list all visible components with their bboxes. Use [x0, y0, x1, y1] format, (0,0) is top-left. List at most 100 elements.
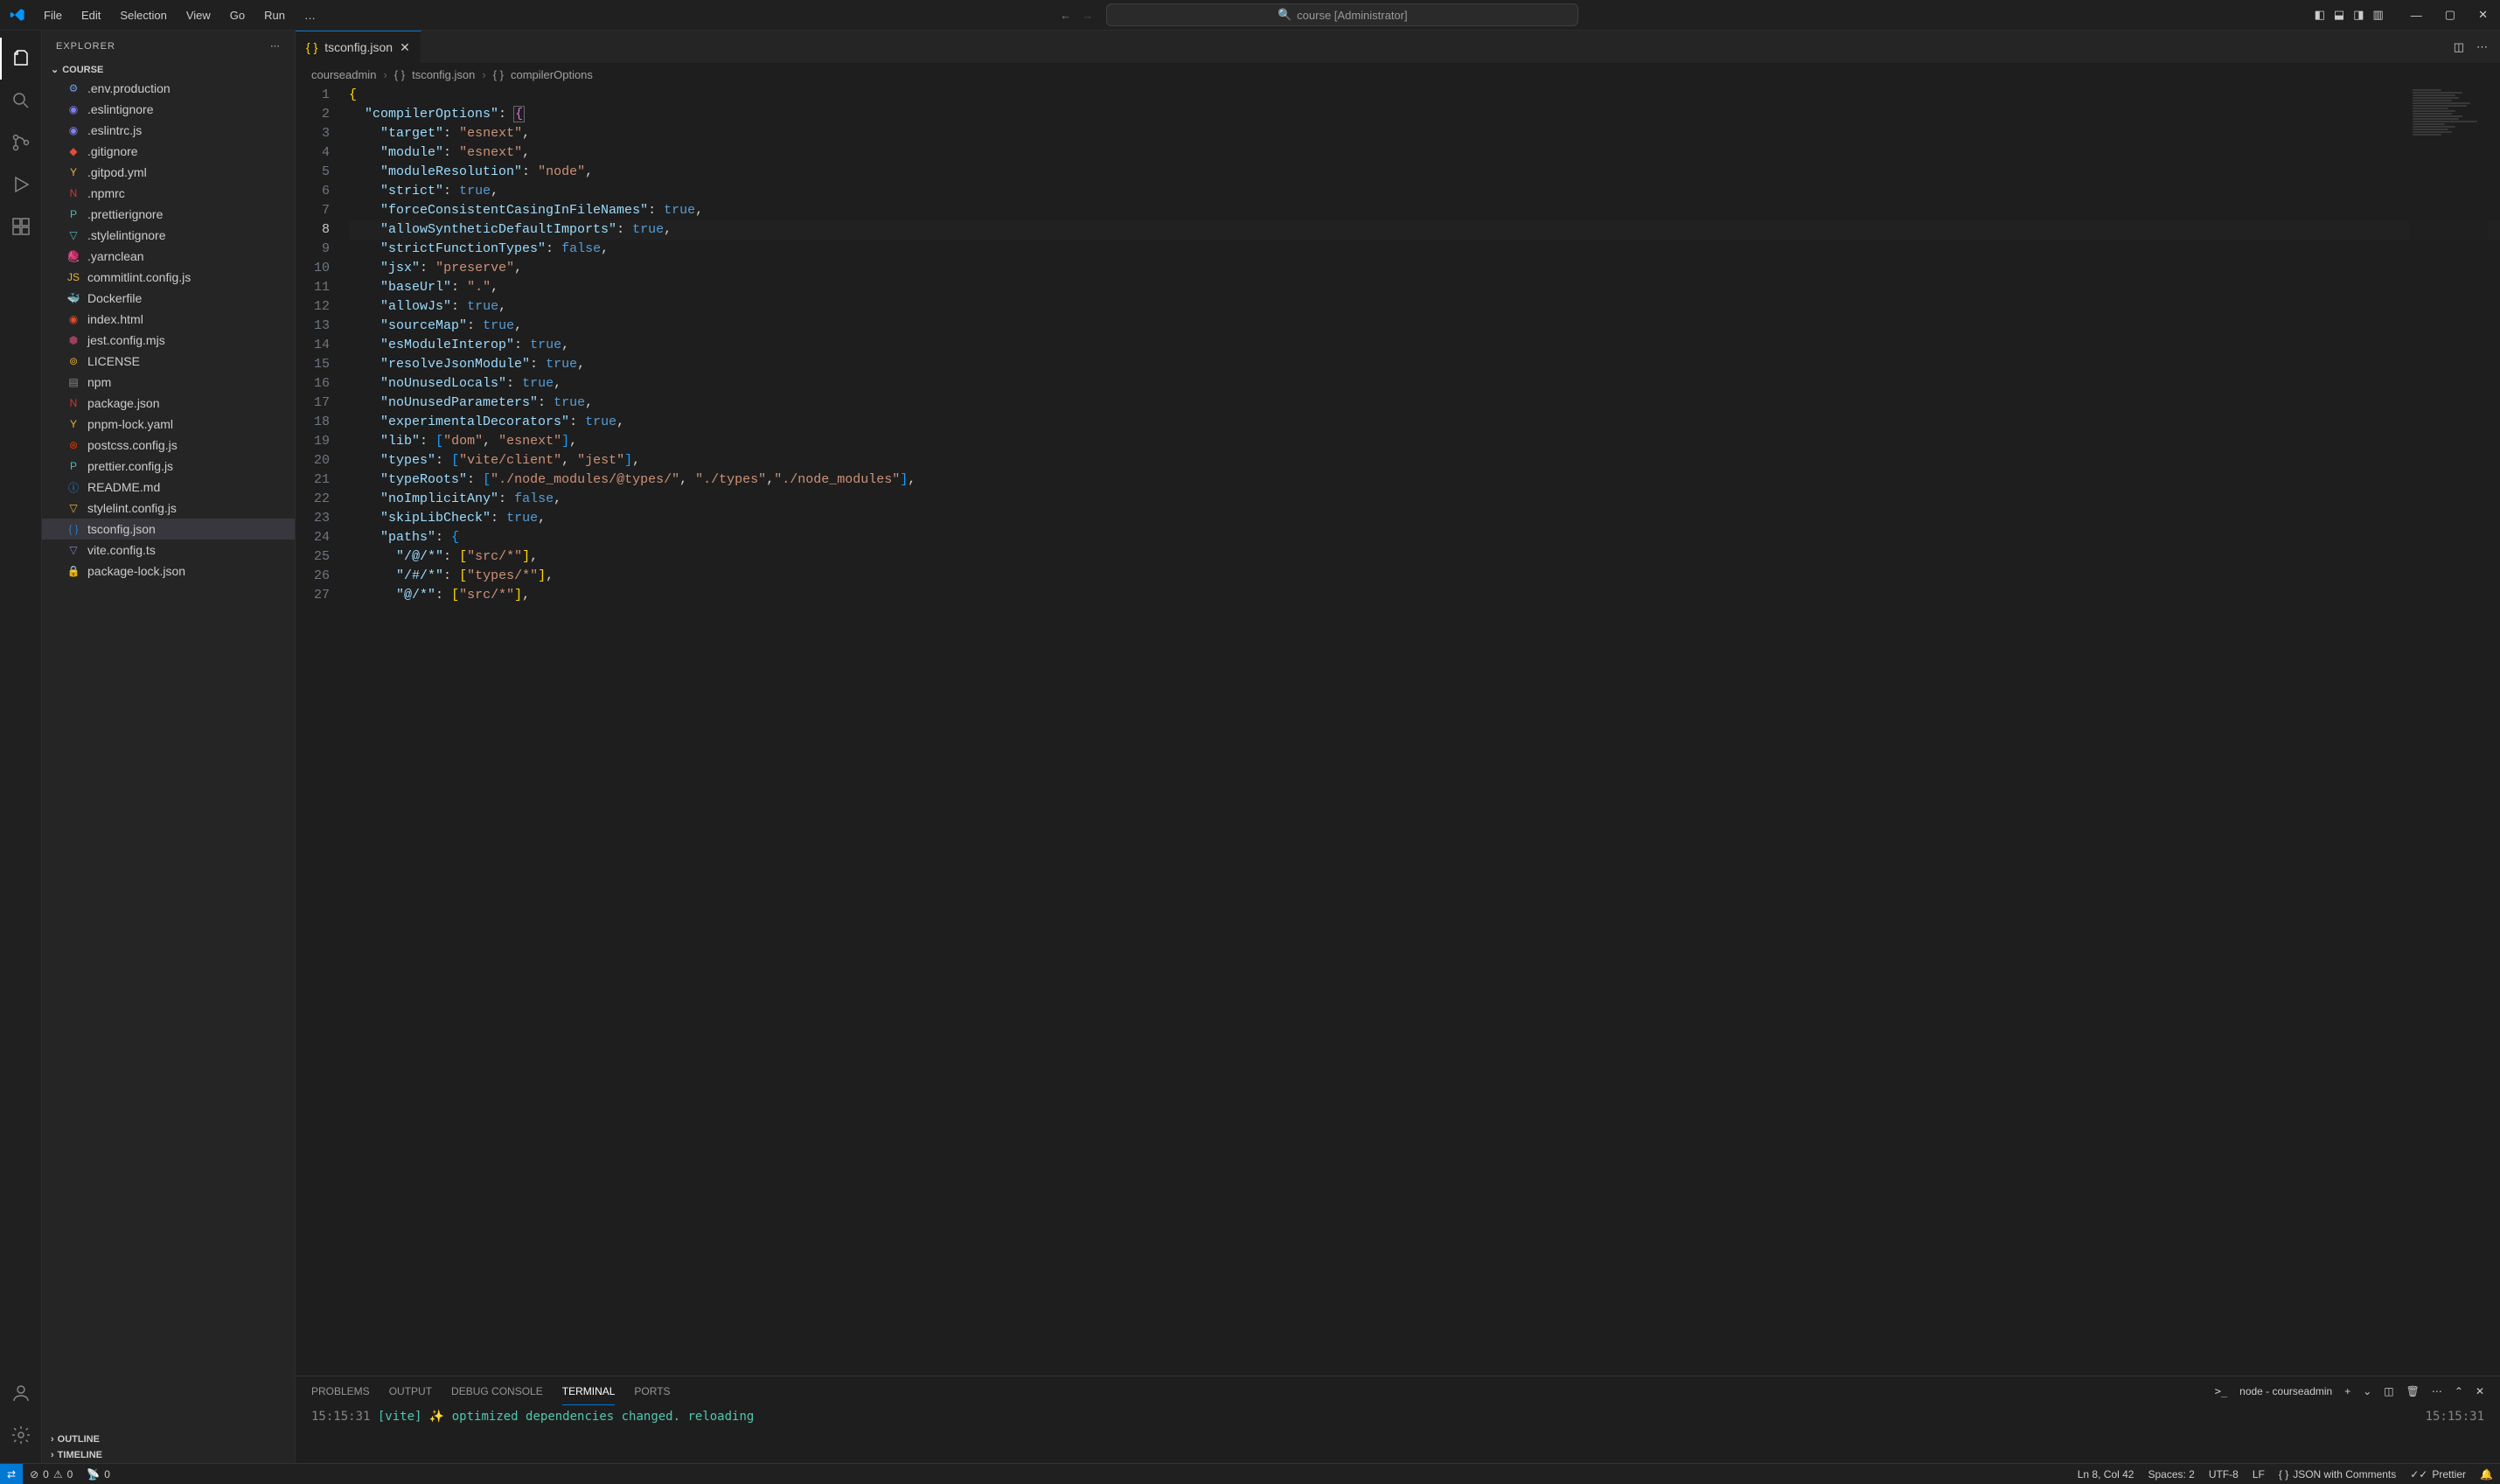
- code-line[interactable]: "allowJs": true,: [349, 297, 2500, 317]
- layout-customize-icon[interactable]: ▥: [2373, 8, 2384, 22]
- layout-panel-icon[interactable]: ⬓: [2334, 8, 2344, 22]
- code-line[interactable]: "moduleResolution": "node",: [349, 163, 2500, 182]
- timeline-header[interactable]: TIMELINE: [42, 1447, 295, 1463]
- code-line[interactable]: "resolveJsonModule": true,: [349, 355, 2500, 374]
- code-line[interactable]: "forceConsistentCasingInFileNames": true…: [349, 201, 2500, 220]
- chevron-up-icon[interactable]: ⌃: [2455, 1385, 2463, 1397]
- terminal-name-label[interactable]: node - courseadmin: [2239, 1385, 2332, 1397]
- code-line[interactable]: "target": "esnext",: [349, 124, 2500, 143]
- menu-item-edit[interactable]: Edit: [73, 5, 109, 25]
- panel-tab-terminal[interactable]: TERMINAL: [562, 1378, 616, 1405]
- maximize-icon[interactable]: ▢: [2440, 4, 2461, 25]
- code-line[interactable]: "strict": true,: [349, 182, 2500, 201]
- file-row[interactable]: ◉.eslintignore: [42, 99, 295, 120]
- file-row[interactable]: P.prettierignore: [42, 204, 295, 225]
- more-icon[interactable]: ⋯: [2432, 1385, 2442, 1397]
- code-line[interactable]: "noImplicitAny": false,: [349, 490, 2500, 509]
- file-row[interactable]: N.npmrc: [42, 183, 295, 204]
- code-line[interactable]: "strictFunctionTypes": false,: [349, 240, 2500, 259]
- file-row[interactable]: ▤npm: [42, 372, 295, 393]
- file-row[interactable]: Pprettier.config.js: [42, 456, 295, 477]
- eol-status[interactable]: LF: [2246, 1468, 2272, 1481]
- remote-indicator[interactable]: ⇄: [0, 1464, 23, 1484]
- file-row[interactable]: 🧶.yarnclean: [42, 246, 295, 267]
- cursor-position[interactable]: Ln 8, Col 42: [2071, 1468, 2141, 1481]
- file-row[interactable]: ⬢jest.config.mjs: [42, 330, 295, 351]
- panel-tab-output[interactable]: OUTPUT: [389, 1378, 432, 1404]
- panel-tab-problems[interactable]: PROBLEMS: [311, 1378, 370, 1404]
- breadcrumb-item[interactable]: compilerOptions: [511, 68, 593, 81]
- file-row[interactable]: JScommitlint.config.js: [42, 267, 295, 288]
- minimap[interactable]: [2409, 86, 2488, 261]
- file-row[interactable]: { }tsconfig.json: [42, 519, 295, 540]
- file-row[interactable]: 🐳Dockerfile: [42, 288, 295, 309]
- more-icon[interactable]: ⋯: [2476, 40, 2488, 54]
- trash-icon[interactable]: 🗑: [2406, 1385, 2420, 1397]
- errors-status[interactable]: ⊘ 0 ⚠ 0: [23, 1464, 80, 1484]
- code-line[interactable]: "lib": ["dom", "esnext"],: [349, 432, 2500, 451]
- code-line[interactable]: "baseUrl": ".",: [349, 278, 2500, 297]
- explorer-icon[interactable]: [0, 38, 42, 80]
- code-line[interactable]: "noUnusedLocals": true,: [349, 374, 2500, 394]
- nav-back-icon[interactable]: ←: [1060, 9, 1071, 22]
- file-row[interactable]: ⓘREADME.md: [42, 477, 295, 498]
- close-icon[interactable]: ✕: [400, 40, 410, 55]
- menu-item-run[interactable]: Run: [255, 5, 294, 25]
- editor[interactable]: 1234567891011121314151617181920212223242…: [296, 86, 2500, 1376]
- file-row[interactable]: ◉index.html: [42, 309, 295, 330]
- minimize-icon[interactable]: —: [2406, 5, 2427, 25]
- file-row[interactable]: ⊛postcss.config.js: [42, 435, 295, 456]
- menu-item-go[interactable]: Go: [221, 5, 254, 25]
- prettier-status[interactable]: ✓✓ Prettier: [2403, 1468, 2473, 1481]
- file-row[interactable]: Npackage.json: [42, 393, 295, 414]
- folder-header[interactable]: COURSE: [42, 61, 295, 78]
- chevron-down-icon[interactable]: ⌄: [2363, 1385, 2371, 1397]
- accounts-icon[interactable]: [0, 1372, 42, 1414]
- code-line[interactable]: "sourceMap": true,: [349, 317, 2500, 336]
- breadcrumb-item[interactable]: courseadmin: [311, 68, 376, 81]
- breadcrumb[interactable]: courseadmin › { } tsconfig.json › { } co…: [296, 64, 2500, 86]
- close-icon[interactable]: ✕: [2476, 1385, 2484, 1397]
- file-row[interactable]: ◉.eslintrc.js: [42, 120, 295, 141]
- code-line[interactable]: "@/*": ["src/*"],: [349, 586, 2500, 605]
- more-icon[interactable]: ⋯: [270, 40, 281, 52]
- panel-tab-debug-console[interactable]: DEBUG CONSOLE: [451, 1378, 543, 1404]
- code-line[interactable]: "jsx": "preserve",: [349, 259, 2500, 278]
- extensions-icon[interactable]: [0, 206, 42, 247]
- code-line[interactable]: "compilerOptions": {: [349, 105, 2500, 124]
- terminal-output[interactable]: 15:15:31 [vite] ✨ optimized dependencies…: [296, 1406, 2500, 1427]
- tab-tsconfig[interactable]: { } tsconfig.json ✕: [296, 31, 421, 63]
- indentation-status[interactable]: Spaces: 2: [2141, 1468, 2201, 1481]
- new-terminal-icon[interactable]: +: [2344, 1385, 2350, 1397]
- code-line[interactable]: "noUnusedParameters": true,: [349, 394, 2500, 413]
- outline-header[interactable]: OUTLINE: [42, 1432, 295, 1447]
- code-line[interactable]: "module": "esnext",: [349, 143, 2500, 163]
- file-row[interactable]: ◆.gitignore: [42, 141, 295, 162]
- layout-sidebar-right-icon[interactable]: ◨: [2353, 8, 2364, 22]
- ports-status[interactable]: 📡 0: [80, 1464, 117, 1484]
- code-line[interactable]: "/@/*": ["src/*"],: [349, 547, 2500, 567]
- code-line[interactable]: "skipLibCheck": true,: [349, 509, 2500, 528]
- split-editor-icon[interactable]: ◫: [2454, 40, 2464, 54]
- file-row[interactable]: Ypnpm-lock.yaml: [42, 414, 295, 435]
- file-row[interactable]: ⚙.env.production: [42, 78, 295, 99]
- notifications-icon[interactable]: 🔔: [2473, 1468, 2500, 1481]
- file-row[interactable]: 🔒package-lock.json: [42, 561, 295, 582]
- file-row[interactable]: ▽stylelint.config.js: [42, 498, 295, 519]
- panel-tab-ports[interactable]: PORTS: [634, 1378, 670, 1404]
- code-line[interactable]: "/#/*": ["types/*"],: [349, 567, 2500, 586]
- code-line[interactable]: "experimentalDecorators": true,: [349, 413, 2500, 432]
- run-debug-icon[interactable]: [0, 164, 42, 206]
- code-line[interactable]: "paths": {: [349, 528, 2500, 547]
- file-row[interactable]: ▽vite.config.ts: [42, 540, 295, 561]
- language-status[interactable]: { } JSON with Comments: [2272, 1468, 2403, 1481]
- menu-item-view[interactable]: View: [178, 5, 219, 25]
- search-icon[interactable]: [0, 80, 42, 122]
- source-control-icon[interactable]: [0, 122, 42, 164]
- search-input[interactable]: 🔍 course [Administrator]: [1106, 3, 1578, 26]
- menu-item-selection[interactable]: Selection: [111, 5, 175, 25]
- layout-sidebar-left-icon[interactable]: ◧: [2315, 8, 2325, 22]
- code-line[interactable]: "allowSyntheticDefaultImports": true,: [349, 220, 2500, 240]
- code-line[interactable]: "typeRoots": ["./node_modules/@types/", …: [349, 470, 2500, 490]
- menu-item-file[interactable]: File: [35, 5, 71, 25]
